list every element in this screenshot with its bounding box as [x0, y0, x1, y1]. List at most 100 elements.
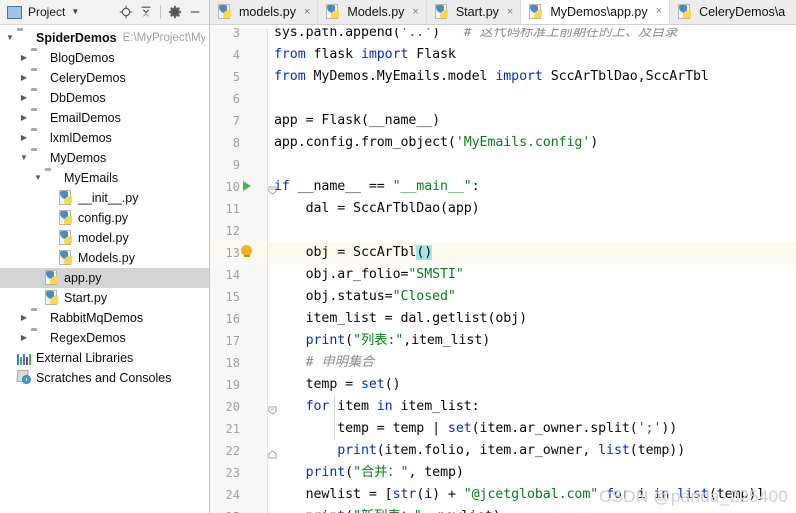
code-line[interactable]: print(item.folio, item.ar_owner, list(te… — [268, 440, 796, 462]
close-icon[interactable]: × — [656, 6, 662, 17]
tree-node-blogdemos[interactable]: ▶ BlogDemos — [0, 48, 209, 68]
editor-tab-models-py[interactable]: models.py × — [210, 0, 319, 24]
chevron-right-icon[interactable]: ▶ — [17, 134, 31, 142]
gutter-row[interactable]: 18 — [210, 352, 267, 374]
gutter-row[interactable]: 24 — [210, 484, 267, 506]
chevron-right-icon[interactable]: ▶ — [17, 54, 31, 62]
code-line[interactable]: print("列表:",item_list) — [268, 330, 796, 352]
chevron-right-icon[interactable]: ▶ — [17, 314, 31, 322]
tree-node-spiderdemos[interactable]: ▼ SpiderDemos E:\MyProject\My — [0, 28, 209, 48]
gutter-row[interactable]: 11 — [210, 198, 267, 220]
editor-tab-celerydemos-a[interactable]: CeleryDemos\a× — [670, 0, 796, 24]
tree-node-model-py[interactable]: model.py — [0, 228, 209, 248]
gutter-row[interactable]: 7 — [210, 110, 267, 132]
tree-node-label: Models.py — [78, 251, 135, 265]
tree-node-lxmldemos[interactable]: ▶ lxmlDemos — [0, 128, 209, 148]
chevron-down-icon[interactable]: ▼ — [71, 8, 79, 16]
code-line[interactable]: app = Flask(__name__) — [268, 110, 796, 132]
hide-icon[interactable] — [185, 2, 205, 22]
close-icon[interactable]: × — [507, 6, 513, 18]
tree-node-celerydemos[interactable]: ▶ CeleryDemos — [0, 68, 209, 88]
gutter-row[interactable]: 12 — [210, 220, 267, 242]
code-line[interactable]: print("新列表：", newlist) — [268, 506, 796, 513]
gutter-row[interactable]: 20 — [210, 396, 267, 418]
tree-node-config-py[interactable]: config.py — [0, 208, 209, 228]
gutter-row[interactable]: 22 — [210, 440, 267, 462]
code-line[interactable]: obj.ar_folio="SMSTI" — [268, 264, 796, 286]
project-tree[interactable]: ▼ SpiderDemos E:\MyProject\My ▶ BlogDemos ▶ Ce… — [0, 25, 209, 513]
gutter-row[interactable]: 8 — [210, 132, 267, 154]
gutter-row[interactable]: 15 — [210, 286, 267, 308]
chevron-right-icon[interactable]: ▶ — [17, 334, 31, 342]
chevron-right-icon[interactable]: ▶ — [17, 74, 31, 82]
gutter-row[interactable]: 10 — [210, 176, 267, 198]
line-number: 14 — [225, 268, 240, 282]
code-line[interactable]: # 申明集合 — [268, 352, 796, 374]
gutter-row[interactable]: 17 — [210, 330, 267, 352]
editor-gutter[interactable]: 345678910111213141516171819202122232425 — [210, 25, 268, 513]
code-line[interactable]: if __name__ == "__main__": — [268, 176, 796, 198]
tree-node-regexdemos[interactable]: ▶ RegexDemos — [0, 328, 209, 348]
tree-node-label: SpiderDemos — [36, 31, 117, 45]
code-line[interactable]: item_list = dal.getlist(obj) — [268, 308, 796, 330]
run-arrow-icon[interactable] — [243, 181, 251, 191]
tree-node-app-py[interactable]: app.py — [0, 268, 209, 288]
tree-node-rabbitmqdemos[interactable]: ▶ RabbitMqDemos — [0, 308, 209, 328]
chevron-right-icon[interactable]: ▶ — [17, 114, 31, 122]
close-icon[interactable]: × — [304, 6, 310, 18]
code-line[interactable]: for item in item_list: — [268, 396, 796, 418]
editor-text-area[interactable]: sys.path.append('..') # 这代码标准上前期在的上、及目录 f… — [268, 25, 796, 513]
editor-tab-start-py[interactable]: Start.py × — [426, 0, 522, 24]
tree-node-emaildemos[interactable]: ▶ EmailDemos — [0, 108, 209, 128]
code-line[interactable]: temp = temp | set(item.ar_owner.split(';… — [268, 418, 796, 440]
collapse-all-icon[interactable] — [136, 2, 156, 22]
chevron-down-icon[interactable]: ▼ — [3, 34, 17, 42]
code-line[interactable] — [268, 220, 796, 242]
gutter-row[interactable]: 6 — [210, 88, 267, 110]
chevron-right-icon[interactable]: ▶ — [17, 94, 31, 102]
gear-icon[interactable] — [165, 2, 185, 22]
gutter-row[interactable]: 21 — [210, 418, 267, 440]
gutter-row[interactable]: 13 — [210, 242, 267, 264]
gutter-row[interactable]: 25 — [210, 506, 267, 513]
gutter-row[interactable]: 14 — [210, 264, 267, 286]
chevron-down-icon[interactable]: ▼ — [17, 154, 31, 162]
tree-node-mydemos[interactable]: ▼ MyDemos — [0, 148, 209, 168]
code-line[interactable]: newlist = [str(i) + "@jcetglobal.com" fo… — [268, 484, 796, 506]
tree-node--init-py[interactable]: __init__.py — [0, 188, 209, 208]
gutter-row[interactable]: 16 — [210, 308, 267, 330]
code-line[interactable]: dal = SccArTblDao(app) — [268, 198, 796, 220]
code-line[interactable]: app.config.from_object('MyEmails.config'… — [268, 132, 796, 154]
gutter-row[interactable]: 23 — [210, 462, 267, 484]
gutter-row[interactable]: 9 — [210, 154, 267, 176]
code-editor[interactable]: 345678910111213141516171819202122232425 … — [210, 25, 796, 513]
tree-node-external-libraries[interactable]: External Libraries — [0, 348, 209, 368]
tree-node-dbdemos[interactable]: ▶ DbDemos — [0, 88, 209, 108]
code-line[interactable]: print("合并：", temp) — [268, 462, 796, 484]
folder-icon — [31, 130, 47, 146]
editor-area: models.py × Models.py × Start.py × MyDemos\app… — [210, 0, 796, 513]
editor-tab-bar[interactable]: models.py × Models.py × Start.py × MyDemos\app… — [210, 0, 796, 25]
code-line[interactable] — [268, 154, 796, 176]
tree-node-start-py[interactable]: Start.py — [0, 288, 209, 308]
code-line[interactable]: obj.status="Closed" — [268, 286, 796, 308]
tree-node-myemails[interactable]: ▼ MyEmails — [0, 168, 209, 188]
locate-icon[interactable] — [116, 2, 136, 22]
code-line[interactable]: from MyDemos.MyEmails.model import SccAr… — [268, 66, 796, 88]
gutter-row[interactable]: 5 — [210, 66, 267, 88]
editor-tab-models-py[interactable]: Models.py × — [318, 0, 427, 24]
code-line[interactable] — [268, 88, 796, 110]
tree-node-scratches-and-consoles[interactable]: Scratches and Consoles — [0, 368, 209, 388]
editor-tab-mydemos-app-py[interactable]: MyDemos\app.py × — [521, 0, 671, 24]
code-line[interactable]: temp = set() — [268, 374, 796, 396]
chevron-down-icon[interactable]: ▼ — [31, 174, 45, 182]
close-icon[interactable]: × — [412, 6, 418, 18]
line-number: 15 — [225, 290, 240, 304]
gutter-row[interactable]: 19 — [210, 374, 267, 396]
tree-node-label: RabbitMqDemos — [50, 311, 144, 325]
code-line[interactable]: from flask import Flask — [268, 44, 796, 66]
code-line[interactable]: obj = SccArTbl() — [268, 242, 796, 264]
tree-node-models-py[interactable]: Models.py — [0, 248, 209, 268]
gutter-row[interactable]: 4 — [210, 44, 267, 66]
intention-bulb-icon[interactable] — [241, 245, 252, 257]
